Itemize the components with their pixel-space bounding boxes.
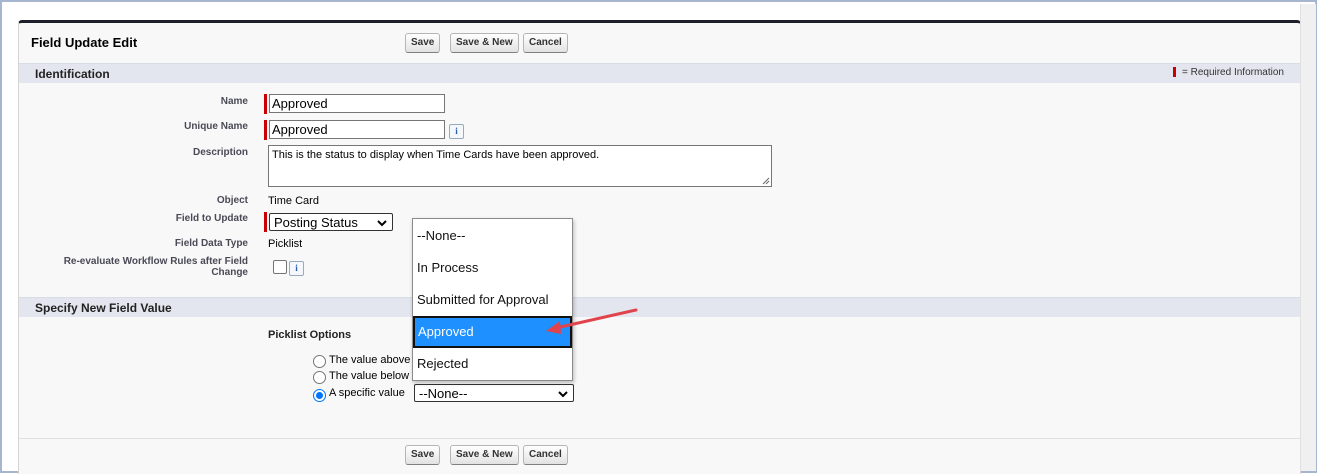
radio-value-above-label: The value above [329, 354, 411, 366]
name-label: Name [220, 96, 248, 107]
required-marker-icon [1172, 67, 1176, 78]
chevron-down-icon [558, 391, 568, 398]
reevaluate-label: Re-evaluate Workflow Rules after Field C… [48, 256, 248, 278]
unique-name-required-marker [264, 120, 267, 140]
annotation-arrow-icon [546, 308, 638, 334]
radio-value-below[interactable] [313, 371, 326, 384]
identification-section-header: Identification = Required Information [19, 63, 1300, 83]
save-new-button-top[interactable]: Save & New [450, 33, 519, 53]
required-legend-text: = Required Information [1181, 67, 1284, 78]
picklist-dropdown: --None-- In Process Submitted for Approv… [412, 218, 573, 381]
unique-name-info-icon[interactable]: i [449, 124, 464, 139]
field-update-edit-panel: Field Update Edit Save Save & New Cancel… [18, 20, 1301, 474]
save-new-button-bottom[interactable]: Save & New [450, 445, 519, 465]
object-label: Object [216, 195, 248, 206]
reevaluate-checkbox[interactable] [273, 260, 287, 274]
new-value-heading: Specify New Field Value [35, 301, 172, 315]
dropdown-option-rejected[interactable]: Rejected [413, 348, 572, 380]
vertical-scrollbar[interactable] [1300, 4, 1316, 471]
chevron-down-icon [377, 220, 387, 227]
specific-value-selected: --None-- [419, 386, 468, 401]
description-text: This is the status to display when Time … [272, 149, 600, 161]
radio-value-below-label: The value below [329, 370, 410, 382]
field-data-type-label: Field Data Type [174, 238, 248, 249]
required-legend: = Required Information [1172, 67, 1284, 78]
dropdown-option-in-process[interactable]: In Process [413, 252, 572, 284]
cancel-button-bottom[interactable]: Cancel [523, 445, 568, 465]
radio-specific-value-label: A specific value [329, 387, 405, 399]
reevaluate-label-line1: Re-evaluate Workflow Rules after Field [63, 256, 248, 267]
resize-grip-icon[interactable] [762, 177, 770, 185]
field-to-update-required-marker [264, 212, 267, 232]
unique-name-label: Unique Name [184, 121, 248, 132]
name-input[interactable]: Approved [269, 94, 445, 113]
save-button-bottom[interactable]: Save [405, 445, 441, 465]
object-value: Time Card [268, 195, 319, 207]
reevaluate-info-icon[interactable]: i [289, 261, 304, 276]
radio-specific-value[interactable] [313, 389, 326, 402]
new-value-section-header: Specify New Field Value [19, 297, 1300, 317]
field-to-update-value: Posting Status [274, 215, 358, 230]
unique-name-input[interactable]: Approved [269, 120, 445, 139]
field-data-type-value: Picklist [268, 238, 303, 250]
field-to-update-select[interactable]: Posting Status [269, 213, 393, 231]
specific-value-select[interactable]: --None-- [414, 384, 574, 402]
description-label: Description [192, 147, 248, 158]
description-textarea[interactable]: This is the status to display when Time … [268, 145, 772, 187]
picklist-options-label: Picklist Options [268, 329, 352, 341]
field-to-update-label: Field to Update [175, 213, 248, 224]
window-frame: Field Update Edit Save Save & New Cancel… [0, 0, 1317, 474]
name-required-marker [264, 94, 267, 114]
footer-divider [19, 438, 1300, 439]
cancel-button-top[interactable]: Cancel [523, 33, 568, 53]
page-title: Field Update Edit [31, 35, 138, 50]
reevaluate-label-line2: Change [211, 267, 248, 278]
radio-value-above[interactable] [313, 355, 326, 368]
dropdown-option-none[interactable]: --None-- [413, 220, 572, 252]
identification-heading: Identification [35, 67, 110, 81]
save-button-top[interactable]: Save [405, 33, 441, 53]
